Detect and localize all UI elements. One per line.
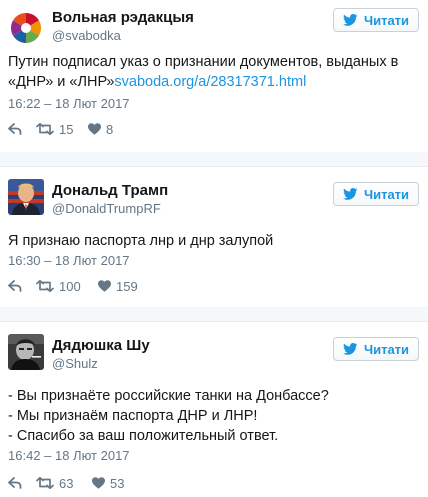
like-button[interactable]: 53 xyxy=(92,476,124,491)
retweet-icon xyxy=(36,123,54,135)
retweet-count: 63 xyxy=(59,475,74,491)
trump-portrait-image xyxy=(8,179,44,215)
tweet-separator xyxy=(0,152,428,166)
tweet-actions: 15 8 xyxy=(8,120,113,138)
author-name[interactable]: Вольная рэдакцыя xyxy=(52,9,194,26)
like-count: 8 xyxy=(106,121,114,137)
avatar[interactable] xyxy=(8,334,44,370)
heart-icon xyxy=(98,280,111,292)
tweet-text-fragment: «ДНР» и «ЛНР» xyxy=(8,74,115,90)
tweet-timestamp[interactable]: 16:22 – 18 Лют 2017 xyxy=(8,96,130,111)
follow-button[interactable]: Читати xyxy=(333,8,419,32)
like-count: 53 xyxy=(110,475,125,491)
tweet-timestamp[interactable]: 16:30 – 18 Лют 2017 xyxy=(8,253,130,268)
follow-label: Читати xyxy=(363,186,410,202)
retweet-icon xyxy=(36,280,54,292)
tweet-shulz: Дядюшка Шу @Shulz Читати - Вы признаёте … xyxy=(0,321,428,497)
tweet-donaldtrumprf: Дональд Трамп @DonaldTrumpRF Читати Я пр… xyxy=(0,166,428,306)
reply-button[interactable] xyxy=(8,477,36,489)
retweet-button[interactable]: 100 xyxy=(36,279,98,294)
avatar[interactable] xyxy=(8,179,44,215)
radio-svaboda-logo xyxy=(8,10,44,46)
follow-label: Читати xyxy=(363,12,410,28)
like-button[interactable]: 159 xyxy=(98,279,138,294)
twitter-bird-icon xyxy=(343,188,358,200)
avatar[interactable] xyxy=(8,10,44,46)
shulz-portrait-image xyxy=(8,334,44,370)
author-handle[interactable]: @Shulz xyxy=(52,356,98,371)
tweet-actions: 100 159 xyxy=(8,277,138,295)
follow-label: Читати xyxy=(363,341,410,357)
tweet-text: Путин подписал указ о признании документ… xyxy=(8,52,416,92)
tweet-text: Я признаю паспорта лнр и днр залупой xyxy=(8,231,416,251)
tweet-text-line: - Мы признаём паспорта ДНР и ЛНР! xyxy=(8,408,258,424)
retweet-count: 100 xyxy=(59,278,81,294)
tweet-feed: Вольная рэдакцыя @svabodka Читати Путин … xyxy=(0,0,428,497)
reply-icon xyxy=(8,123,22,135)
tweet-link[interactable]: svaboda.org/a/28317371.html xyxy=(114,74,306,90)
tweet-timestamp[interactable]: 16:42 – 18 Лют 2017 xyxy=(8,448,130,463)
tweet-text-line: - Спасибо за ваш положительный ответ. xyxy=(8,428,279,444)
retweet-icon xyxy=(36,477,54,489)
like-button[interactable]: 8 xyxy=(88,122,113,137)
author-name[interactable]: Дядюшка Шу xyxy=(52,337,150,354)
tweet-text-line: - Вы признаёте российские танки на Донба… xyxy=(8,388,329,404)
twitter-bird-icon xyxy=(343,14,358,26)
author-name[interactable]: Дональд Трамп xyxy=(52,182,168,199)
reply-button[interactable] xyxy=(8,280,36,292)
tweet-actions: 63 53 xyxy=(8,474,124,492)
follow-button[interactable]: Читати xyxy=(333,337,419,361)
tweet-text-line: «ДНР» и «ЛНР»svaboda.org/a/28317371.html xyxy=(8,72,416,92)
author-handle[interactable]: @DonaldTrumpRF xyxy=(52,201,161,216)
retweet-button[interactable]: 63 xyxy=(36,476,92,491)
heart-icon xyxy=(88,123,101,135)
follow-button[interactable]: Читати xyxy=(333,182,419,206)
like-count: 159 xyxy=(116,278,138,294)
twitter-bird-icon xyxy=(343,343,358,355)
retweet-count: 15 xyxy=(59,121,74,137)
tweet-text-line: Путин подписал указ о признании документ… xyxy=(8,54,399,70)
heart-icon xyxy=(92,477,105,489)
author-handle[interactable]: @svabodka xyxy=(52,28,121,43)
retweet-button[interactable]: 15 xyxy=(36,122,88,137)
tweet-svabodka: Вольная рэдакцыя @svabodka Читати Путин … xyxy=(0,0,428,152)
reply-icon xyxy=(8,477,22,489)
tweet-separator xyxy=(0,307,428,321)
reply-button[interactable] xyxy=(8,123,36,135)
tweet-text: - Вы признаёте российские танки на Донба… xyxy=(8,386,416,446)
reply-icon xyxy=(8,280,22,292)
tweet-text-line: Я признаю паспорта лнр и днр залупой xyxy=(8,233,274,249)
